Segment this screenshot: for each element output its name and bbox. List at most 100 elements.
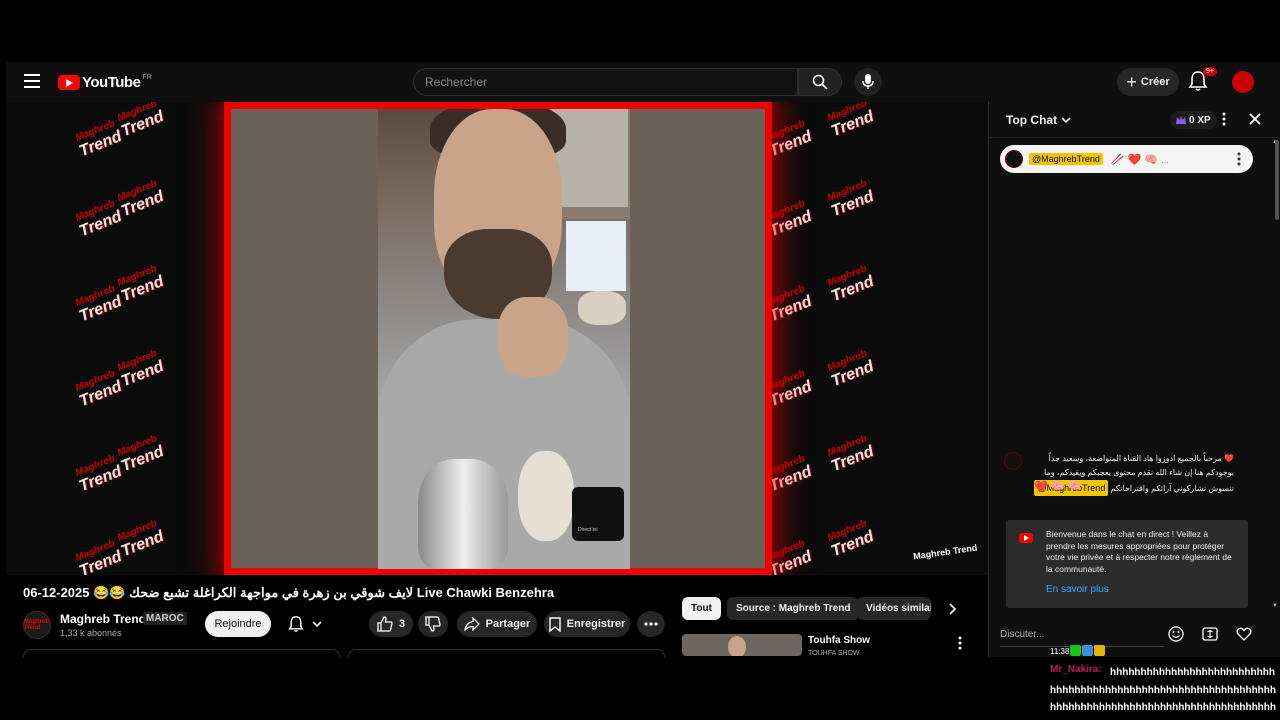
- channel-avatar[interactable]: Maghreb Trend: [23, 611, 51, 639]
- share-icon: [463, 617, 480, 631]
- chat-close-button[interactable]: [1248, 112, 1264, 128]
- thumbs-up-icon: [377, 616, 393, 632]
- chip-similar[interactable]: Vidéos similai: [857, 597, 931, 620]
- recommendation-thumbnail[interactable]: [682, 634, 802, 656]
- watermark-tile: Maghreb Trend: [824, 177, 876, 220]
- search-input[interactable]: [414, 69, 797, 95]
- share-button[interactable]: Partager: [457, 611, 537, 637]
- channel-country-badge: MAROC: [143, 612, 187, 625]
- chip-source[interactable]: Source : Maghreb Trend: [727, 597, 860, 620]
- thanks-button[interactable]: [1234, 624, 1254, 644]
- skull-ornament-front: [518, 451, 574, 541]
- corner-logo: Maghreb Trend: [913, 542, 979, 562]
- watermark-tile: Maghreb Trend: [114, 262, 166, 305]
- bell-icon: [288, 616, 304, 632]
- chevron-down-icon: [312, 621, 322, 628]
- pinned-mention: @MaghrebTrend: [1029, 153, 1103, 165]
- search-button[interactable]: [798, 68, 842, 96]
- watermark-tile: Maghreb Trend: [72, 537, 124, 575]
- chip-all[interactable]: Tout: [682, 597, 721, 620]
- like-count: 3: [398, 618, 406, 630]
- chat-scrollbar[interactable]: [1275, 140, 1279, 220]
- recommendation-menu-button[interactable]: [958, 636, 970, 650]
- notifications-button[interactable]: 9+: [1188, 67, 1217, 94]
- phone-device: Direct ini: [572, 487, 624, 541]
- smiley-icon: [1168, 626, 1184, 642]
- chat-menu-button[interactable]: [1222, 112, 1232, 128]
- silver-teapot: [418, 459, 508, 569]
- watermark-tile: Maghreb Trend: [114, 177, 166, 220]
- video-frame: Direct ini: [224, 102, 772, 575]
- channel-name[interactable]: Maghreb Trend: [60, 612, 146, 626]
- pinned-message[interactable]: @MaghrebTrend 🥢 ❤️ 🧠 ...: [1000, 145, 1253, 173]
- comments-box[interactable]: [348, 649, 665, 657]
- share-label: Partager: [485, 618, 531, 630]
- badge-icon: [1082, 645, 1093, 656]
- skull-ornament: [578, 291, 626, 325]
- watermark-tile: Maghreb Trend: [72, 367, 124, 410]
- menu-icon[interactable]: [24, 74, 40, 88]
- live-chat-panel: Top Chat 0 XP @MaghrebTrend 🥢 ❤️ 🧠 ... ▲: [988, 102, 1280, 657]
- phone-text: Direct ini: [578, 527, 598, 533]
- xp-value: 0 XP: [1189, 114, 1211, 126]
- welcome-notice: Bienvenue dans le chat en direct ! Veill…: [1006, 520, 1248, 608]
- watermark-tile: Maghreb Trend: [824, 432, 876, 475]
- pinned-author-avatar: [1005, 150, 1023, 168]
- learn-more-link[interactable]: En savoir plus: [1046, 584, 1109, 595]
- save-label: Enregistrer: [566, 618, 626, 630]
- brand-name: YouTube: [82, 73, 141, 91]
- voice-search-button[interactable]: [854, 68, 882, 96]
- pinned-emojis: 🥢 ❤️ 🧠 ...: [1110, 153, 1169, 166]
- region-code: FR: [142, 73, 152, 81]
- close-icon: [1249, 113, 1261, 125]
- notification-badge: 9+: [1203, 67, 1217, 76]
- crown-icon: [1094, 645, 1105, 656]
- monitor-screen: [566, 221, 626, 291]
- watermark-tile: Maghreb Trend: [72, 282, 124, 325]
- watermark-tile: Maghreb Trend: [72, 197, 124, 240]
- like-button[interactable]: 3: [369, 611, 413, 637]
- search-box: [413, 68, 798, 96]
- notice-text: Bienvenue dans le chat en direct ! Veill…: [1046, 529, 1232, 574]
- subscription-bell-button[interactable]: [280, 611, 330, 637]
- dislike-button[interactable]: [418, 611, 448, 637]
- description-box[interactable]: [23, 649, 340, 657]
- recommendation-title[interactable]: Touhfa Show: [808, 635, 870, 646]
- more-vertical-icon: [1237, 152, 1241, 166]
- screen: YouTube FR + Créer 9+ MaghrebTrendMaghre…: [0, 0, 1280, 720]
- watermark-tile: Maghreb Trend: [114, 517, 166, 560]
- message-author-avatar[interactable]: [1004, 452, 1022, 470]
- search-icon: [812, 74, 828, 90]
- person-hand: [498, 297, 568, 377]
- subscriber-count: 1,33 k abonnés: [60, 628, 122, 638]
- video-player[interactable]: Maghreb Trend Maghreb Trend Maghreb Trend Magh…: [6, 102, 988, 575]
- watermark-tile: Maghreb Trend: [114, 432, 166, 475]
- watermark-tile: Maghreb Trend: [824, 262, 876, 305]
- create-label: Créer: [1140, 76, 1170, 88]
- scroll-down-arrow[interactable]: ▼: [1272, 603, 1278, 609]
- create-button[interactable]: + Créer: [1117, 68, 1179, 96]
- watermark-tile: Maghreb Trend: [824, 102, 876, 140]
- watermark-tile: Maghreb Trend: [824, 347, 876, 390]
- join-button[interactable]: Rejoindre: [205, 611, 271, 637]
- recommendation-channel[interactable]: TOUHFA SHOW: [808, 650, 860, 657]
- youtube-logo[interactable]: YouTube FR: [58, 72, 152, 92]
- chat-input[interactable]: [1000, 623, 1164, 645]
- badge-icon: [1070, 645, 1081, 656]
- chat-header: Top Chat 0 XP: [989, 102, 1279, 138]
- xp-button[interactable]: 0 XP: [1170, 111, 1217, 129]
- pinned-menu-button[interactable]: [1237, 152, 1243, 166]
- more-actions-button[interactable]: [637, 611, 665, 637]
- video-title: 06-12-2025 😂😂 لايف شوقي بن زهرة في مواجه…: [23, 585, 555, 600]
- overlay-username: Mr_Nakira:: [1050, 664, 1102, 675]
- chat-mode-dropdown[interactable]: Top Chat: [1006, 113, 1071, 127]
- super-chat-button[interactable]: [1200, 624, 1220, 644]
- account-avatar[interactable]: [1232, 71, 1254, 93]
- emoji-button[interactable]: [1166, 624, 1186, 644]
- chevron-down-icon: [1061, 117, 1071, 124]
- chips-next-button[interactable]: [944, 601, 960, 617]
- watermark-tile: Maghreb Trend: [114, 102, 166, 140]
- save-button[interactable]: Enregistrer: [544, 611, 630, 637]
- message-emojis: ❤️ 🧠 🧠: [1034, 481, 1082, 493]
- youtube-icon: [1019, 533, 1033, 543]
